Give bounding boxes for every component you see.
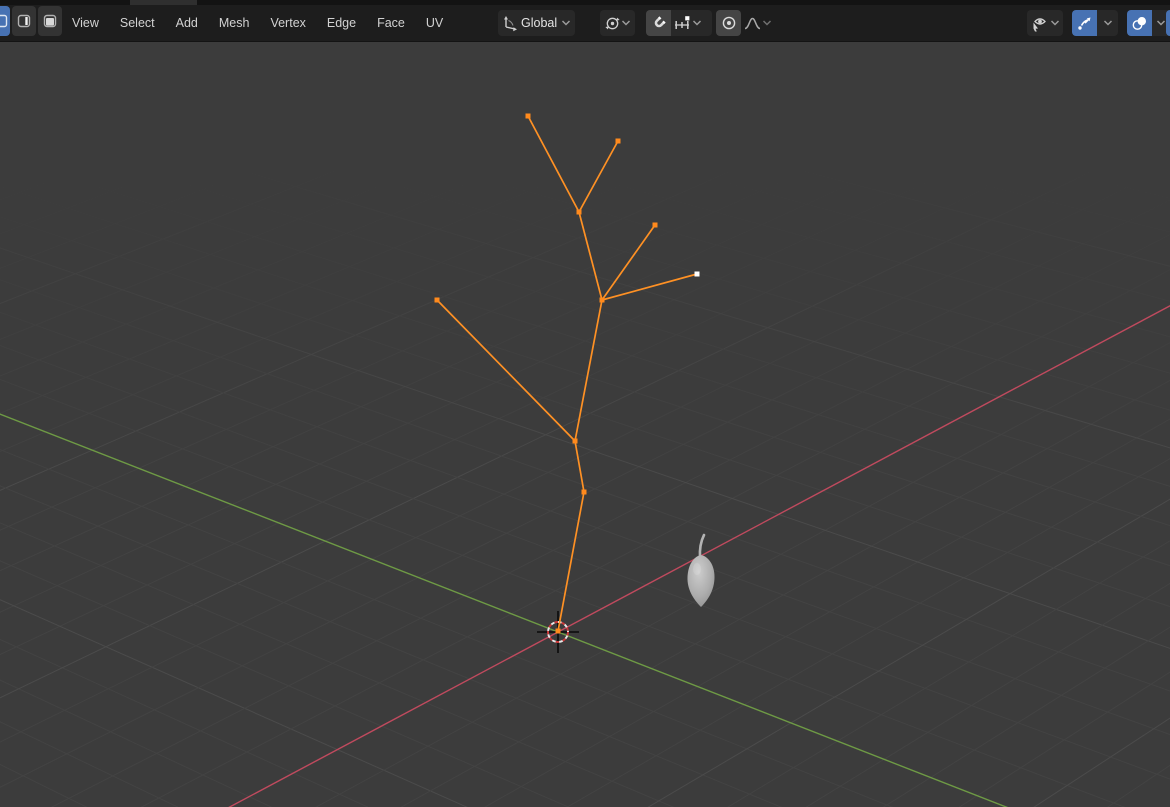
top-strip [0,0,1170,5]
vertex-select-icon [0,14,8,28]
orientation-axes-icon [504,15,517,31]
falloff-dropdown[interactable] [741,10,783,36]
menu-add[interactable]: Add [176,16,198,30]
snap-toggle-button[interactable] [646,10,671,36]
gizmo-dropdown[interactable] [1097,10,1118,36]
face-select-mode-button[interactable] [38,6,62,36]
menu-face[interactable]: Face [377,16,405,30]
mesh-vertex-active[interactable] [694,271,700,277]
chevron-down-icon [621,20,631,26]
edge-select-mode-button[interactable] [12,6,36,36]
scene-canvas[interactable] [0,42,1170,807]
viewport-header: View Select Add Mesh Vertex Edge Face UV… [0,5,1170,42]
pear-body [687,555,715,607]
select-mode-group [0,6,62,36]
mesh-edge[interactable] [557,491,585,632]
object-type-visibility-dropdown[interactable] [1027,10,1063,36]
visibility-eye-pointer-icon [1033,18,1046,32]
proportional-editing-icon [722,16,735,30]
transform-orientation-dropdown[interactable]: Global [498,10,576,36]
menu-mesh[interactable]: Mesh [219,16,250,30]
grid-fade [0,42,1170,492]
mesh-vertex[interactable] [581,489,587,495]
transform-orientation-value: Global [521,16,558,30]
menu-view[interactable]: View [72,16,99,30]
gizmo-icon [1078,17,1091,30]
menu-select[interactable]: Select [120,16,155,30]
edge-select-icon [17,14,31,28]
falloff-curve-icon [744,17,761,29]
chevron-down-icon [762,20,772,26]
xray-toggle-cut[interactable] [1166,10,1170,36]
proportional-editing-group [716,10,783,36]
blender-window: View Select Add Mesh Vertex Edge Face UV… [0,0,1170,807]
mesh-vertex[interactable] [555,628,561,634]
mesh-vertex[interactable] [576,209,582,215]
mesh-vertex[interactable] [572,438,578,444]
mesh-vertex[interactable] [434,297,440,303]
chevron-down-icon [1103,20,1112,26]
proportional-editing-toggle[interactable] [716,10,741,36]
show-overlays-toggle[interactable] [1127,10,1152,36]
vertex-select-mode-button[interactable] [0,6,10,36]
chevron-down-icon [562,20,571,26]
chevron-down-icon [1050,20,1060,26]
menu-uv[interactable]: UV [426,16,443,30]
magnet-icon [654,16,666,28]
pivot-point-icon [605,17,620,29]
pear-highlight [693,563,701,575]
chevron-down-icon [1156,20,1166,26]
menu-vertex[interactable]: Vertex [270,16,305,30]
topbar-remnant [130,0,197,5]
overlays-group [1127,10,1170,36]
snap-with-dropdown[interactable] [671,10,712,36]
chevron-down-icon [692,20,702,26]
mesh-vertex[interactable] [525,113,531,119]
overlays-icon [1132,16,1146,30]
pivot-point-dropdown[interactable] [600,10,635,36]
menu-bar: View Select Add Mesh Vertex Edge Face UV [72,5,443,41]
show-gizmo-toggle[interactable] [1072,10,1097,36]
viewport-3d[interactable] [0,42,1170,807]
mesh-vertex[interactable] [599,297,605,303]
menu-edge[interactable]: Edge [327,16,356,30]
snapping-group [646,10,712,36]
mesh-vertex[interactable] [615,138,621,144]
gizmos-group [1072,10,1118,36]
mesh-vertex[interactable] [652,222,658,228]
snap-increment-icon [675,15,690,29]
face-select-icon [43,14,57,28]
pear-object[interactable] [687,533,715,607]
